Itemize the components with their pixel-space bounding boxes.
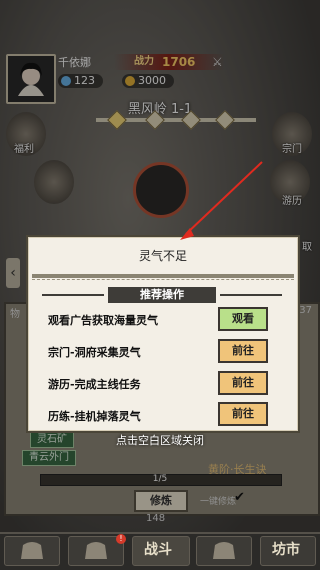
pouch-icon <box>213 542 235 559</box>
nav-badge: ! <box>116 534 126 544</box>
dialog-title: 灵气不足 <box>138 249 187 263</box>
close-hint: 点击空白区域关闭 <box>116 434 204 447</box>
goto-travel-button[interactable]: 前往 <box>218 371 268 395</box>
nav-item-bag[interactable] <box>4 536 60 566</box>
divider <box>32 274 294 278</box>
nav-item-pouch[interactable] <box>196 536 252 566</box>
row-label-main-quest: 游历-完成主线任务 <box>48 378 141 391</box>
row-label-idle-drop: 历练-挂机掉落灵气 <box>48 410 141 423</box>
nav-battle-label: 战斗 <box>144 542 172 558</box>
divider <box>42 294 104 296</box>
divider <box>220 294 282 296</box>
watch-ad-button[interactable]: 观看 <box>218 307 268 331</box>
pouch-icon <box>85 542 107 559</box>
section-title: 推荐操作 <box>108 287 216 303</box>
nav-market-label: 坊市 <box>272 542 300 558</box>
row-label-sect-cave: 宗门-洞府采集灵气 <box>48 346 141 359</box>
insufficient-qi-dialog: 灵气不足 推荐操作 观看广告获取海量灵气 观看 宗门-洞府采集灵气 前往 游历-… <box>26 235 300 433</box>
goto-sect-button[interactable]: 前往 <box>218 339 268 363</box>
row-label-watch-ad: 观看广告获取海量灵气 <box>48 314 158 327</box>
goto-training-button[interactable]: 前往 <box>218 402 268 426</box>
divider <box>32 279 294 280</box>
bag-icon <box>21 542 43 559</box>
